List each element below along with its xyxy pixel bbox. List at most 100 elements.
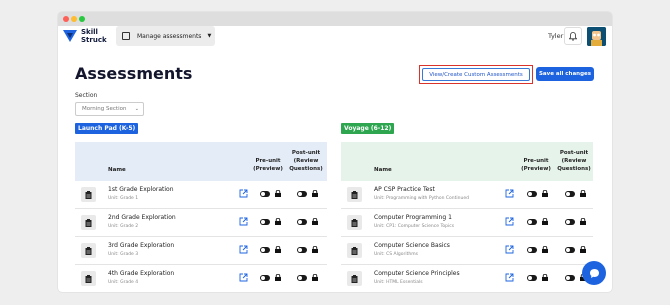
col-pre-unit: Pre-unit (Preview): [521, 158, 551, 172]
lock-icon: [275, 218, 281, 225]
lock-icon: [275, 274, 281, 281]
pre-unit-toggle[interactable]: [527, 219, 537, 225]
assessment-unit: Unit: HTML Essentials: [374, 280, 423, 285]
lock-icon: [312, 190, 318, 197]
clipboard-icon: [81, 271, 96, 286]
clipboard-icon: [347, 187, 362, 202]
assessment-name: 1st Grade Exploration: [108, 186, 174, 193]
table-row[interactable]: AP CSP Practice Test Unit: Programming w…: [341, 181, 593, 209]
username: Tyler: [548, 32, 564, 40]
assessment-unit: Unit: Grade 4: [108, 280, 139, 285]
external-link-icon[interactable]: [505, 189, 514, 198]
section-select-value: Morning Section: [82, 106, 127, 112]
avatar-icon: [587, 27, 606, 46]
assessment-unit: Unit: Grade 3: [108, 252, 139, 257]
assessment-name: AP CSP Practice Test: [374, 186, 435, 193]
voyage-badge: Voyage (6-12): [341, 123, 395, 134]
table-header: Name Pre-unit (Preview) Post-unit (Revie…: [75, 142, 327, 181]
voyage-table: Name Pre-unit (Preview) Post-unit (Revie…: [341, 142, 593, 292]
pre-unit-toggle[interactable]: [260, 275, 270, 281]
table-row[interactable]: Computer Science Basics Unit: CS Algorit…: [341, 237, 593, 265]
post-unit-toggle[interactable]: [297, 247, 307, 253]
external-link-icon[interactable]: [239, 217, 248, 226]
external-link-icon[interactable]: [505, 245, 514, 254]
minimize-dot[interactable]: [71, 16, 77, 22]
assessment-name: Computer Science Basics: [374, 242, 450, 249]
section-label: Section: [75, 92, 98, 99]
table-row[interactable]: 1st Grade Exploration Unit: Grade 1: [75, 181, 327, 209]
post-unit-toggle[interactable]: [565, 191, 575, 197]
lock-icon: [275, 190, 281, 197]
external-link-icon[interactable]: [505, 273, 514, 282]
pre-unit-toggle[interactable]: [527, 247, 537, 253]
pre-unit-toggle[interactable]: [260, 247, 270, 253]
notifications-button[interactable]: [564, 27, 582, 45]
post-unit-toggle[interactable]: [297, 219, 307, 225]
col-pre-unit: Pre-unit (Preview): [253, 158, 283, 172]
clipboard-icon: [347, 243, 362, 258]
table-row[interactable]: Computer Science Principles Unit: HTML E…: [341, 265, 593, 292]
pre-unit-toggle[interactable]: [260, 191, 270, 197]
brand-name: Skill Struck: [81, 28, 107, 44]
manage-assessments-dropdown[interactable]: Manage assessments ▼: [116, 26, 215, 46]
caret-down-icon: ▼: [207, 33, 212, 39]
post-unit-toggle[interactable]: [565, 219, 575, 225]
assessment-unit: Unit: Grade 1: [108, 196, 139, 201]
col-post-unit: Post-unit (Review Questions): [557, 150, 591, 172]
assessment-name: 3rd Grade Exploration: [108, 242, 175, 249]
assessment-unit: Unit: Grade 2: [108, 224, 139, 229]
launchpad-badge: Launch Pad (K-5): [75, 123, 139, 134]
close-dot[interactable]: [63, 16, 69, 22]
col-post-unit: Post-unit (Review Questions): [289, 150, 323, 172]
view-create-custom-assessments-button[interactable]: View/Create Custom Assessments: [422, 68, 530, 81]
app-window: Skill Struck Manage assessments ▼ Tyler …: [58, 12, 612, 292]
assessment-name: 2nd Grade Exploration: [108, 214, 176, 221]
section-select[interactable]: Morning Section ⌄: [75, 102, 144, 116]
chat-button[interactable]: [582, 261, 606, 285]
post-unit-toggle[interactable]: [297, 191, 307, 197]
pre-unit-toggle[interactable]: [527, 191, 537, 197]
bell-icon: [569, 31, 577, 41]
assessment-name: Computer Science Principles: [374, 270, 460, 277]
lock-icon: [580, 190, 586, 197]
page-title: Assessments: [75, 64, 193, 83]
col-name: Name: [108, 167, 126, 173]
clipboard-icon: [81, 215, 96, 230]
skillstruck-logo-icon[interactable]: [63, 29, 77, 43]
col-name: Name: [374, 167, 392, 173]
clipboard-icon: [347, 215, 362, 230]
assessment-unit: Unit: CP1: Computer Science Topics: [374, 224, 455, 229]
lock-icon: [542, 274, 548, 281]
window-titlebar: [58, 12, 612, 26]
clipboard-icon: [81, 243, 96, 258]
launchpad-table: Name Pre-unit (Preview) Post-unit (Revie…: [75, 142, 327, 292]
manage-assessments-label: Manage assessments: [137, 32, 202, 40]
maximize-dot[interactable]: [79, 16, 85, 22]
lock-icon: [542, 190, 548, 197]
lock-icon: [275, 246, 281, 253]
brand-line1: Skill: [81, 28, 98, 36]
external-link-icon[interactable]: [505, 217, 514, 226]
user-avatar[interactable]: [587, 27, 606, 46]
clipboard-icon: [81, 187, 96, 202]
table-row[interactable]: 2nd Grade Exploration Unit: Grade 2: [75, 209, 327, 237]
clipboard-icon: [122, 32, 130, 40]
table-row[interactable]: 4th Grade Exploration Unit: Grade 4: [75, 265, 327, 292]
external-link-icon[interactable]: [239, 245, 248, 254]
assessment-unit: Unit: Programming with Python Continued: [374, 196, 469, 201]
pre-unit-toggle[interactable]: [260, 219, 270, 225]
post-unit-toggle[interactable]: [565, 247, 575, 253]
post-unit-toggle[interactable]: [297, 275, 307, 281]
external-link-icon[interactable]: [239, 189, 248, 198]
external-link-icon[interactable]: [239, 273, 248, 282]
table-row[interactable]: Computer Programming 1 Unit: CP1: Comput…: [341, 209, 593, 237]
chevron-down-icon: ⌄: [134, 106, 139, 112]
table-row[interactable]: 3rd Grade Exploration Unit: Grade 3: [75, 237, 327, 265]
lock-icon: [312, 218, 318, 225]
post-unit-toggle[interactable]: [565, 275, 575, 281]
lock-icon: [542, 246, 548, 253]
lock-icon: [542, 218, 548, 225]
save-all-changes-button[interactable]: Save all changes: [536, 67, 594, 81]
assessment-unit: Unit: CS Algorithms: [374, 252, 418, 257]
pre-unit-toggle[interactable]: [527, 275, 537, 281]
